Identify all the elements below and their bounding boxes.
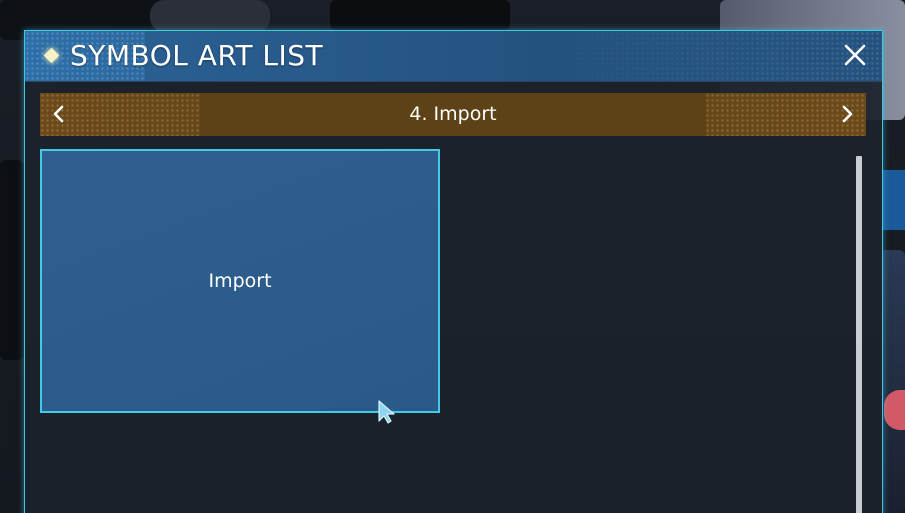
- category-next-button[interactable]: [837, 104, 857, 124]
- window-title: SYMBOL ART LIST: [70, 39, 324, 72]
- background-shape: [150, 0, 270, 32]
- background-shape: [880, 250, 905, 513]
- category-selector: 4. Import: [40, 93, 866, 136]
- game-scene: SYMBOL ART LIST 4. Import Import: [0, 0, 905, 513]
- background-shape: [0, 160, 24, 360]
- background-shape: [330, 0, 510, 30]
- diamond-icon: [43, 47, 60, 64]
- category-label: 4. Import: [409, 103, 497, 125]
- tile-label: Import: [208, 270, 272, 292]
- close-button[interactable]: [842, 42, 868, 68]
- title-bar: SYMBOL ART LIST: [25, 31, 882, 82]
- symbol-art-list-window: SYMBOL ART LIST 4. Import Import: [24, 30, 883, 513]
- import-tile[interactable]: Import: [40, 149, 440, 424]
- chevron-right-icon: [842, 105, 853, 123]
- background-shape: [880, 170, 905, 230]
- background-shape: [884, 390, 905, 430]
- pointer-cursor-icon: [378, 400, 395, 424]
- list-scrollbar[interactable]: [856, 156, 862, 513]
- close-icon: [844, 44, 866, 66]
